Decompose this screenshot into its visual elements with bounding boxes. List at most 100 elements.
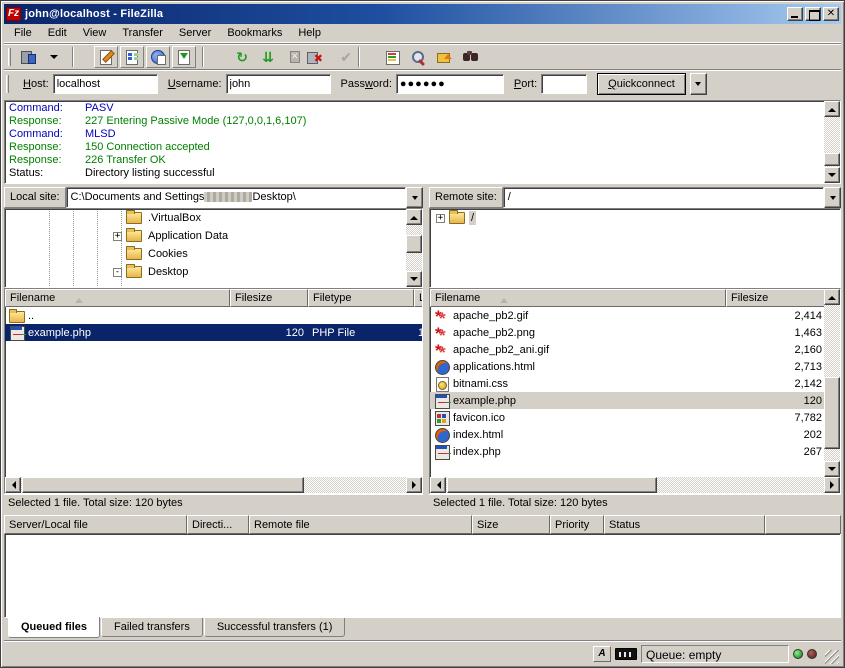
local-path-dropdown-button[interactable] — [406, 187, 423, 208]
menu-item[interactable]: Server — [171, 25, 219, 41]
queue-tab[interactable]: Successful transfers (1) — [204, 618, 346, 637]
queue-tab[interactable]: Failed transfers — [101, 618, 203, 637]
toggle-remote-tree-icon[interactable] — [146, 46, 170, 68]
tree-item[interactable]: + Application Data — [5, 227, 422, 245]
tree-item[interactable]: + / — [430, 209, 840, 227]
data-type-indicator-icon[interactable]: A — [593, 646, 611, 662]
menu-item[interactable]: Edit — [40, 25, 75, 41]
column-header[interactable]: Filename — [430, 289, 726, 307]
quickconnect-dropdown-button[interactable] — [690, 73, 707, 95]
menu-item[interactable]: Help — [290, 25, 329, 41]
queue-column-header[interactable]: Server/Local file — [4, 515, 187, 534]
file-row[interactable]: apache_pb2_ani.gif 2,160 — [430, 341, 824, 358]
resize-grip[interactable] — [825, 650, 839, 664]
remote-path-value[interactable]: / — [503, 187, 824, 208]
minimize-button[interactable] — [787, 7, 803, 21]
toolbar-separator[interactable] — [198, 46, 222, 68]
scroll-up-button[interactable] — [824, 101, 840, 117]
scroll-down-button[interactable] — [406, 271, 422, 287]
file-row[interactable]: index.html 202 — [430, 426, 824, 443]
menu-item[interactable]: Transfer — [114, 25, 171, 41]
local-horizontal-scrollbar[interactable] — [5, 477, 422, 493]
scrollbar-thumb[interactable] — [406, 235, 422, 253]
file-row[interactable]: apache_pb2.png 1,463 — [430, 324, 824, 341]
remote-site-combobox[interactable]: / — [503, 187, 841, 208]
speed-limit-indicator-icon[interactable] — [615, 648, 637, 660]
disconnect-icon[interactable] — [302, 46, 326, 68]
cancel-operation-icon[interactable]: ✕ — [276, 46, 300, 68]
file-type-icon — [434, 343, 450, 357]
tree-item[interactable]: - Desktop — [5, 263, 422, 281]
tree-expander[interactable]: + — [436, 214, 445, 223]
column-header[interactable]: Filesize — [230, 289, 308, 307]
local-site-combobox[interactable]: C:\Documents and SettingsDesktop\ — [66, 187, 423, 208]
scrollbar-thumb[interactable] — [824, 377, 840, 449]
menu-item[interactable]: File — [6, 25, 40, 41]
scroll-left-button[interactable] — [5, 477, 21, 493]
refresh-icon[interactable]: ↻ — [224, 46, 248, 68]
toggle-local-tree-icon[interactable] — [120, 46, 144, 68]
file-row[interactable]: index.php 267 — [430, 443, 824, 460]
file-modified — [414, 307, 422, 324]
scrollbar-thumb[interactable] — [22, 477, 304, 493]
scrollbar-thumb[interactable] — [447, 477, 657, 493]
remote-horizontal-scrollbar[interactable] — [430, 477, 840, 493]
tree-item[interactable]: Cookies — [5, 245, 422, 263]
process-queue-icon[interactable]: ⇊ — [250, 46, 274, 68]
tree-expander[interactable]: + — [113, 232, 122, 241]
remote-path-dropdown-button[interactable] — [824, 187, 841, 208]
host-input[interactable] — [53, 74, 158, 94]
scroll-left-button[interactable] — [430, 477, 446, 493]
column-header[interactable]: Filesize — [726, 289, 826, 307]
column-header[interactable]: L — [414, 289, 423, 307]
menu-item[interactable]: Bookmarks — [219, 25, 290, 41]
file-row[interactable]: applications.html 2,713 — [430, 358, 824, 375]
file-row[interactable]: example.php 120 — [430, 392, 824, 409]
toggle-queue-icon[interactable] — [172, 46, 196, 68]
queue-column-header[interactable]: Status — [604, 515, 765, 534]
column-header[interactable]: Filename — [5, 289, 230, 307]
toolbar-separator[interactable] — [354, 46, 378, 68]
file-row[interactable]: bitnami.css 2,142 — [430, 375, 824, 392]
close-button[interactable]: ✕ — [823, 7, 839, 21]
local-tree-scrollbar[interactable] — [406, 209, 422, 287]
file-row[interactable]: example.php 120 PHP File 1 — [5, 324, 422, 341]
quickconnect-button[interactable]: Quickconnect — [597, 73, 686, 95]
scroll-up-button[interactable] — [824, 289, 840, 305]
maximize-button[interactable] — [805, 7, 821, 21]
queue-column-header[interactable]: Priority — [550, 515, 604, 534]
scroll-down-button[interactable] — [824, 167, 840, 183]
file-row[interactable]: favicon.ico 7,782 — [430, 409, 824, 426]
scroll-down-button[interactable] — [824, 461, 840, 477]
log-scrollbar[interactable] — [824, 101, 840, 183]
scrollbar-thumb[interactable] — [824, 153, 840, 166]
site-manager-icon[interactable] — [16, 46, 40, 68]
queue-column-header[interactable]: Remote file — [249, 515, 472, 534]
toggle-message-log-icon[interactable] — [94, 46, 118, 68]
synchronized-browsing-icon[interactable] — [432, 46, 456, 68]
queue-tab[interactable]: Queued files — [8, 617, 100, 638]
reconnect-icon[interactable]: ✔ — [328, 46, 352, 68]
file-row[interactable]: apache_pb2.gif 2,414 — [430, 307, 824, 324]
queue-column-header[interactable]: Directi... — [187, 515, 249, 534]
tree-expander[interactable]: - — [113, 268, 122, 277]
local-path-value[interactable]: C:\Documents and SettingsDesktop\ — [66, 187, 406, 208]
username-input[interactable] — [226, 74, 331, 94]
password-input[interactable] — [396, 74, 504, 94]
queue-column-header[interactable] — [765, 515, 841, 534]
scroll-right-button[interactable] — [824, 477, 840, 493]
port-input[interactable] — [541, 74, 587, 94]
column-header[interactable]: Filetype — [308, 289, 414, 307]
filter-icon[interactable] — [380, 46, 404, 68]
scroll-up-button[interactable] — [406, 209, 422, 225]
remote-vertical-scrollbar[interactable] — [824, 289, 840, 477]
file-row[interactable]: .. — [5, 307, 422, 324]
queue-column-header[interactable]: Size — [472, 515, 550, 534]
find-files-icon[interactable] — [458, 46, 482, 68]
directory-comparison-icon[interactable] — [406, 46, 430, 68]
menu-item[interactable]: View — [75, 25, 115, 41]
tree-item[interactable]: .VirtualBox — [5, 209, 422, 227]
scroll-right-button[interactable] — [406, 477, 422, 493]
toolbar-separator[interactable] — [68, 46, 92, 68]
site-manager-dropdown-icon[interactable] — [42, 46, 66, 68]
